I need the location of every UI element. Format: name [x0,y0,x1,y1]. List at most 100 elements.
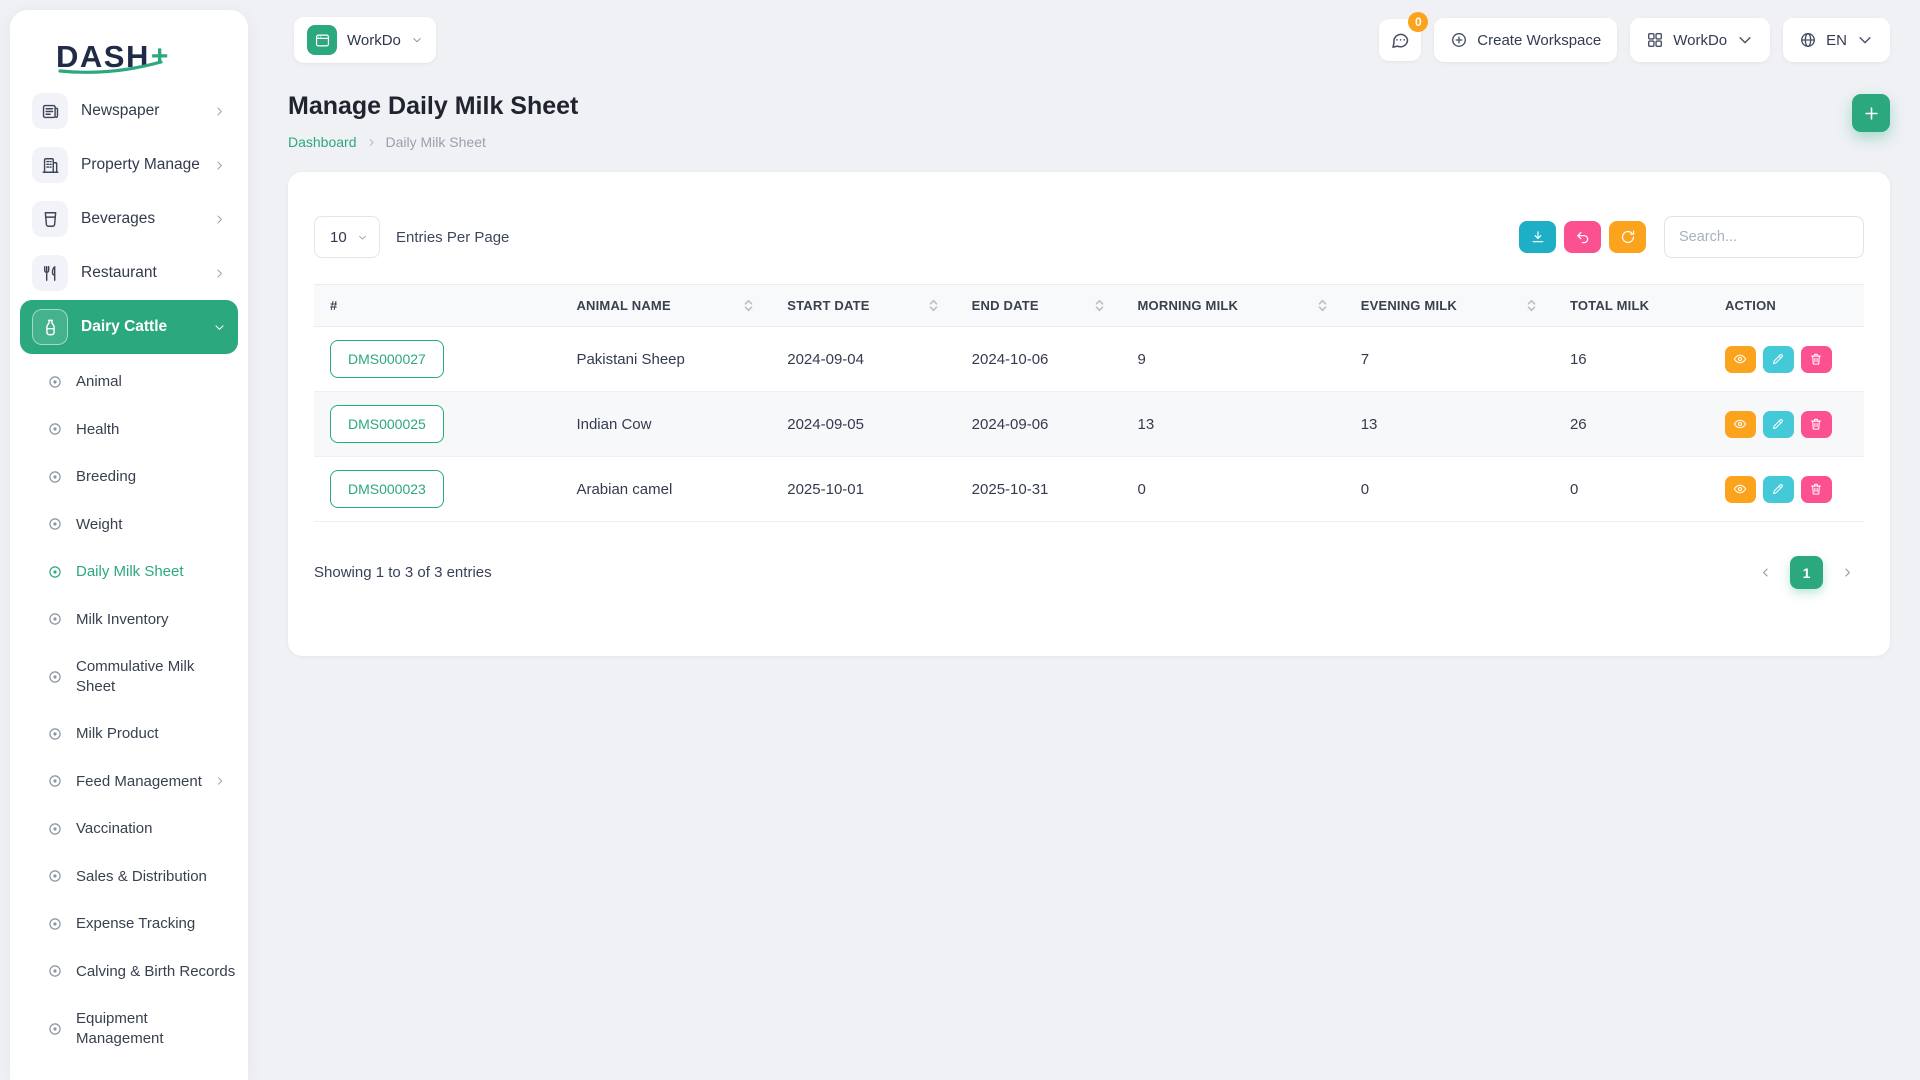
row-id-chip[interactable]: DMS000025 [330,405,444,443]
sidebar-item-label: Newspaper [81,102,200,120]
delete-button[interactable] [1801,411,1832,438]
bullet-icon [46,820,64,838]
sidebar-subitem-weight[interactable]: Weight [30,501,228,549]
search-input[interactable] [1664,216,1864,258]
app-switcher-button[interactable]: WorkDo [1630,18,1770,62]
sort-icon[interactable] [742,299,755,312]
entries-per-page-label: Entries Per Page [396,229,509,246]
topbar: WorkDo 0 Create Workspace WorkDo EN [248,0,1920,72]
sidebar-item-restaurant[interactable]: Restaurant [20,246,238,300]
sidebar-subitem-expense-tracking[interactable]: Expense Tracking [30,900,228,948]
column-header-animal-name[interactable]: ANIMAL NAME [560,284,771,327]
sidebar-subitem-vaccination[interactable]: Vaccination [30,805,228,853]
start-date-cell: 2024-09-04 [771,327,955,392]
sidebar-subitem-feed-management[interactable]: Feed Management [30,758,228,806]
evening-milk-cell: 0 [1345,457,1554,522]
sort-icon[interactable] [927,299,940,312]
entries-per-page-select[interactable]: 10 [314,216,380,258]
sidebar-item-property-manage[interactable]: Property Manage [20,138,238,192]
bullet-icon [46,725,64,743]
workspace-switcher[interactable]: WorkDo [294,17,436,63]
plus-circle-icon [1450,31,1468,49]
sidebar-subitem-calving-birth-records[interactable]: Calving & Birth Records [30,948,228,996]
column-header-morning-milk[interactable]: MORNING MILK [1122,284,1345,327]
sort-icon[interactable] [1525,299,1538,312]
edit-button[interactable] [1763,411,1794,438]
page-head: Manage Daily Milk Sheet Dashboard Daily … [288,92,1890,150]
view-button[interactable] [1725,476,1756,503]
workspace-name: WorkDo [347,32,401,49]
eye-icon [1733,352,1747,366]
sidebar-subitem-label: Animal [76,372,122,392]
column-header-evening-milk[interactable]: EVENING MILK [1345,284,1554,327]
total-milk-cell: 16 [1554,327,1709,392]
trash-icon [1809,482,1823,496]
sidebar: DASH+ Newspaper Property Manage Beverage… [10,10,248,1080]
sidebar-subitem-label: Daily Milk Sheet [76,562,184,582]
sidebar-subitem-milk-product[interactable]: Milk Product [30,710,228,758]
column-header-end-date[interactable]: END DATE [956,284,1122,327]
table-footer: Showing 1 to 3 of 3 entries 1 [314,556,1864,589]
create-workspace-button[interactable]: Create Workspace [1434,18,1617,62]
sidebar-subitem-health[interactable]: Health [30,406,228,454]
grid-icon [1646,31,1664,49]
bullet-icon [46,1020,64,1038]
edit-button[interactable] [1763,476,1794,503]
prev-page-button[interactable] [1749,556,1782,589]
messages-button[interactable]: 0 [1379,19,1421,61]
sort-icon[interactable] [1316,299,1329,312]
pencil-icon [1771,417,1785,431]
chevron-down-icon [1856,31,1874,49]
sidebar-subitem-animal[interactable]: Animal [30,358,228,406]
sort-icon[interactable] [1093,299,1106,312]
edit-button[interactable] [1763,346,1794,373]
view-button[interactable] [1725,346,1756,373]
language-button[interactable]: EN [1783,18,1890,62]
breadcrumb-dashboard-link[interactable]: Dashboard [288,134,357,150]
delete-button[interactable] [1801,476,1832,503]
chevron-right-icon [213,213,226,226]
row-id-chip[interactable]: DMS000027 [330,340,444,378]
main-area: WorkDo 0 Create Workspace WorkDo EN [248,0,1920,1080]
sidebar-subitem-breeding[interactable]: Breeding [30,453,228,501]
sidebar-submenu: Animal Health Breeding Weight Daily Milk… [20,354,238,1080]
add-record-button[interactable] [1852,94,1890,132]
sidebar-item-beverages[interactable]: Beverages [20,192,238,246]
sidebar-subitem-waste-management[interactable]: Waste Management [30,1062,228,1080]
animal-name-cell: Indian Cow [560,392,771,457]
sidebar-subitem-label: Weight [76,515,122,535]
chevron-right-icon [214,775,226,787]
sidebar-subitem-sales-distribution[interactable]: Sales & Distribution [30,853,228,901]
sidebar-subitem-equipment-management[interactable]: Equipment Management [30,995,228,1062]
page-title: Manage Daily Milk Sheet [288,92,578,121]
view-button[interactable] [1725,411,1756,438]
refresh-button[interactable] [1609,221,1646,253]
reset-button[interactable] [1564,221,1601,253]
sidebar-subitem-daily-milk-sheet[interactable]: Daily Milk Sheet [30,548,228,596]
row-id-chip[interactable]: DMS000023 [330,470,444,508]
entries-per-page-value: 10 [330,229,347,246]
sidebar-item-newspaper[interactable]: Newspaper [20,84,238,138]
page-1-button[interactable]: 1 [1790,556,1823,589]
sidebar-subitem-milk-inventory[interactable]: Milk Inventory [30,596,228,644]
sidebar-item-dairy-cattle[interactable]: Dairy Cattle [20,300,238,354]
next-page-button[interactable] [1831,556,1864,589]
sidebar-item-label: Beverages [81,210,200,228]
bullet-icon [46,915,64,933]
row-actions [1725,476,1848,503]
chevron-right-icon [213,105,226,118]
table-row: DMS000027 Pakistani Sheep 2024-09-04 202… [314,327,1864,392]
brand-logo[interactable]: DASH+ [10,22,248,72]
column-header-start-date[interactable]: START DATE [771,284,955,327]
breadcrumb-current: Daily Milk Sheet [386,134,486,150]
sidebar-subitem-commulative-milk-sheet[interactable]: Commulative Milk Sheet [30,643,228,710]
chat-icon [1390,30,1410,50]
delete-button[interactable] [1801,346,1832,373]
milk-sheet-table: # ANIMAL NAME START DATE END DATE MORNIN… [314,284,1864,522]
morning-milk-cell: 9 [1122,327,1345,392]
bullet-icon [46,610,64,628]
sidebar-subitem-label: Milk Product [76,724,159,744]
export-button[interactable] [1519,221,1556,253]
sidebar-menu: Newspaper Property Manage Beverages Rest… [10,72,248,1080]
bullet-icon [46,373,64,391]
